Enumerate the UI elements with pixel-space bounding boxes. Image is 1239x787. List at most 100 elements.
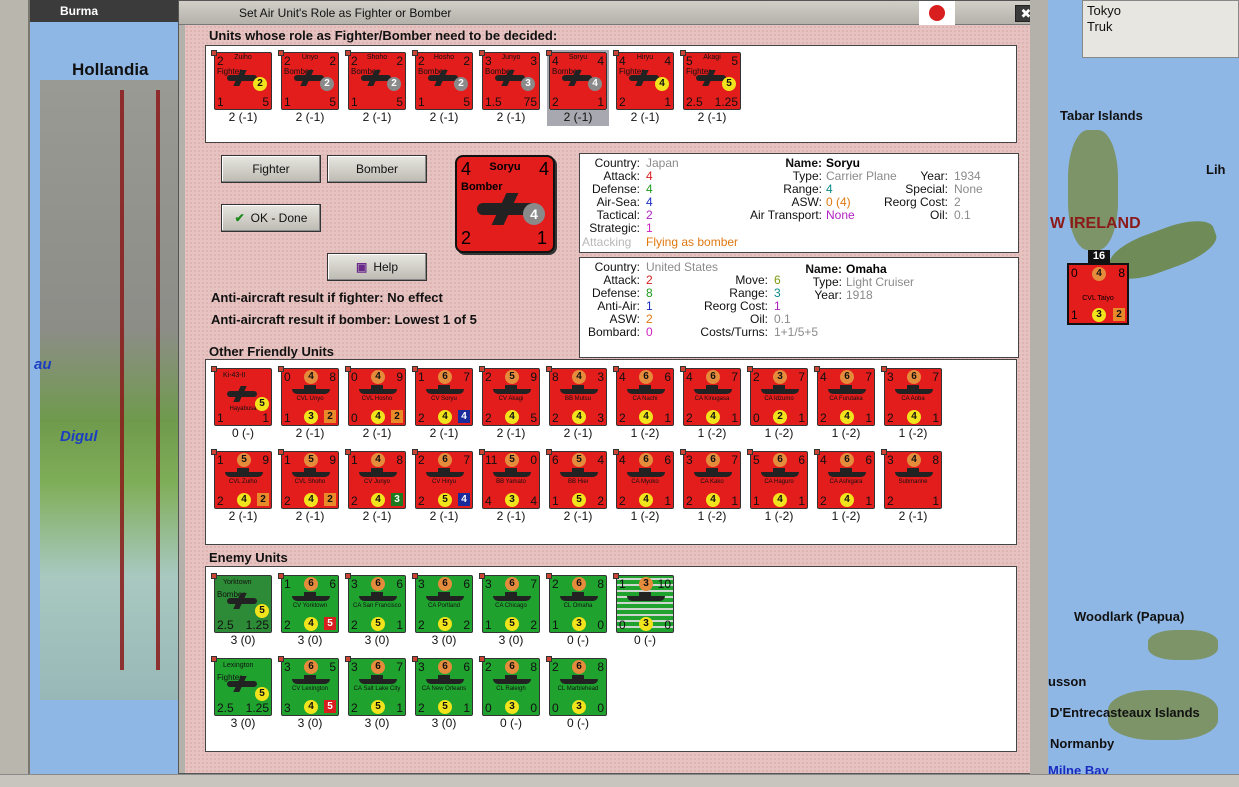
unit[interactable]: 1 5 9 CVL Shoho 2 4 2 2 (-1) [278,449,339,523]
unit[interactable]: 3 6 7 CA Kako 2 4 1 1 (-2) [680,449,741,523]
counter-tl: 2 [485,660,492,674]
unit-counter: Ki-43-II Hayabusa 1 5 1 [211,366,272,426]
unit[interactable]: Yorktown Bomber 2.5 5 1.25 3 (0) [211,573,272,647]
map-left-area[interactable] [0,0,178,787]
unit[interactable]: 4 6 6 CA Ashigara 2 4 1 1 (-2) [814,449,875,523]
unit[interactable]: 6 5 4 BB Hiei 1 5 2 2 (-1) [546,449,607,523]
unit[interactable]: 2 3 7 CA Idzumo 0 2 1 1 (-2) [747,366,808,440]
unit[interactable]: 3 6 7 CA Salt Lake City 2 5 1 3 (0) [345,656,406,730]
unit[interactable]: 4 6 7 CA Kinugasa 2 4 1 1 (-2) [680,366,741,440]
undecided-unit[interactable]: 4 Hiryu 4 Fighter 4 2 1 2 (-1) [613,50,674,124]
unit[interactable]: 0 4 8 CVL Unyo 1 3 2 2 (-1) [278,366,339,440]
unit[interactable]: 4 6 7 CA Furutaka 2 4 1 1 (-2) [814,366,875,440]
counter-top: 6 [840,370,854,384]
unit[interactable]: 2 6 8 CL Marblehead 0 3 0 0 (-) [546,656,607,730]
unit[interactable]: 3 4 8 Submarine 2 1 2 (-1) [881,449,942,523]
counter-mid: 4 [304,700,318,714]
unit[interactable]: 2 5 9 CV Akagi 2 4 5 2 (-1) [479,366,540,440]
undecided-unit[interactable]: 3 Junyo 3 Bomber 3 1.5 75 2 (-1) [479,50,540,124]
unit[interactable]: 1 6 6 CV Yorktown 2 4 5 3 (0) [278,573,339,647]
counter-bl: 2 [351,701,358,715]
counter-mid: 4 [840,410,854,424]
plane-icon [562,75,592,81]
air-airsea-value: 4 [646,195,653,209]
ship-icon [292,468,330,477]
undecided-unit[interactable]: 2 Zuiho Fighter 2 1 5 2 (-1) [211,50,272,124]
unit[interactable]: 1 4 8 CV Junyo 2 4 3 2 (-1) [345,449,406,523]
counter-bl: 2 [619,95,626,109]
friendly-units-box: Ki-43-II Hayabusa 1 5 1 0 (-) 0 4 8 CVL Unyo 1 3 2 2 … [205,359,1017,545]
city-item[interactable]: Tokyo [1087,3,1234,19]
plane-icon [227,75,257,81]
undecided-unit[interactable]: 4 Soryu 4 Bomber 4 2 1 2 (-1) [546,50,609,126]
unit[interactable]: 1 3 10 0 3 0 0 (-) [613,573,674,647]
unit[interactable]: Ki-43-II Hayabusa 1 5 1 0 (-) [211,366,272,440]
unit-counter: 3 6 7 CA Chicago 1 5 2 [479,573,540,633]
counter-bl: 2 [351,494,358,508]
counter-square: 5 [324,617,336,630]
counter-bl: 2 [418,494,425,508]
map-counter[interactable]: 0 4 8 CVL Taiyo 1 3 2 [1067,263,1129,325]
counter-top: 6 [639,453,653,467]
unit[interactable]: 0 4 9 CVL Hosho 0 4 2 2 (-1) [345,366,406,440]
unit[interactable]: 3 6 6 CA New Orleans 2 5 1 3 (0) [412,656,473,730]
counter-bl: 2 [418,411,425,425]
unit-label: 2 (-1) [228,110,258,124]
unit[interactable]: 2 6 8 CL Omaha 1 3 0 0 (-) [546,573,607,647]
ship-range-label: Range: [729,286,768,300]
unit-counter: 4 6 7 CA Kinugasa 2 4 1 [680,366,741,426]
counter-name: CA Aoba [901,396,925,402]
unit-counter: 2 Shoho 2 Bomber 2 1 5 [345,50,406,110]
counter-bl: 0 [753,411,760,425]
counter-tr: 7 [731,453,738,467]
unit-counter: 1 5 9 CVL Shoho 2 4 2 [278,449,339,509]
unit[interactable]: 3 6 6 CA Portland 2 5 2 3 (0) [412,573,473,647]
unit[interactable]: 4 6 6 CA Nachi 2 4 1 1 (-2) [613,366,674,440]
counter-tr: 3 [597,370,604,384]
counter-mid: 4 [706,493,720,507]
unit[interactable]: 8 4 3 BB Mutsu 2 4 3 2 (-1) [546,366,607,440]
unit-label: 3 (0) [297,633,323,647]
big-counter-tr: 4 [538,159,549,179]
dialog-titlebar[interactable]: Set Air Unit's Role as Fighter or Bomber… [179,1,1047,25]
vertical-scrollbar[interactable] [1030,0,1048,774]
unit[interactable]: 5 6 6 CA Haguro 1 4 1 1 (-2) [747,449,808,523]
ok-done-button[interactable]: ✔ OK - Done [221,204,321,232]
undecided-unit[interactable]: 2 Shoho 2 Bomber 2 1 5 2 (-1) [345,50,406,124]
air-name-label: Name: [785,156,822,170]
undecided-unit[interactable]: 2 Unyo 2 Bomber 2 1 5 2 (-1) [278,50,339,124]
unit[interactable]: 2 6 7 CV Hiryu 2 5 4 2 (-1) [412,449,473,523]
unit[interactable]: 3 6 6 CA San Francisco 2 5 1 3 (0) [345,573,406,647]
city-list-panel[interactable]: Tokyo Truk [1082,0,1239,58]
undecided-unit[interactable]: 5 Akagi 5 Fighter 5 2.5 1.25 2 (-1) [680,50,741,124]
unit[interactable]: 3 6 7 CA Aoba 2 4 1 1 (-2) [881,366,942,440]
undecided-unit[interactable]: 2 Hosho 2 Bomber 2 1 5 2 (-1) [412,50,473,124]
unit[interactable]: 11 5 0 BB Yamato 4 3 4 2 (-1) [479,449,540,523]
unit[interactable]: 3 6 7 CA Chicago 1 5 2 3 (0) [479,573,540,647]
counter-tr: 6 [463,577,470,591]
unit-label: 3 (0) [364,716,390,730]
bomber-button[interactable]: Bomber [327,155,427,183]
city-item[interactable]: Truk [1087,19,1234,35]
unit[interactable]: 3 6 5 CV Lexington 3 4 5 3 (0) [278,656,339,730]
unit[interactable]: 2 6 8 CL Raleigh 0 3 0 0 (-) [479,656,540,730]
counter-tr: 2 [463,54,470,68]
help-button[interactable]: ▣ Help [327,253,427,281]
unit[interactable]: 1 5 9 CVL Zuiho 2 4 2 2 (-1) [211,449,272,523]
horizontal-scrollbar[interactable] [0,774,1239,787]
fighter-button[interactable]: Fighter [221,155,321,183]
unit[interactable]: 4 6 6 CA Myoko 2 4 1 1 (-2) [613,449,674,523]
counter-top: 6 [505,660,519,674]
air-tactical-label: Tactical: [596,208,640,222]
unit[interactable]: Lexington Fighter 2.5 5 1.25 3 (0) [211,656,272,730]
counter-br: 1 [731,494,738,508]
ship-icon [359,385,397,394]
air-country-label: Country: [594,156,640,170]
counter-name: BB Mutsu [564,396,591,402]
unit[interactable]: 1 6 7 CV Soryu 2 4 4 2 (-1) [412,366,473,440]
unit-counter: 3 6 7 CA Salt Lake City 2 5 1 [345,656,406,716]
ship-reorg-label: Reorg Cost: [703,299,768,313]
counter-bl: 2 [686,411,693,425]
counter-name: CVL Hosho [361,396,393,402]
counter-name: CA Myoko [631,479,659,485]
